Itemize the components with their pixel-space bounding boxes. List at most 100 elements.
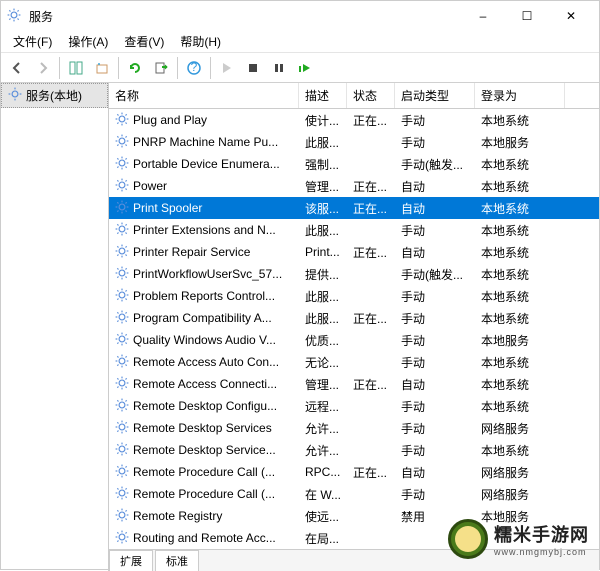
gear-icon — [115, 376, 129, 393]
gear-icon — [115, 442, 129, 459]
export-button[interactable] — [90, 56, 114, 80]
stop-service-button[interactable] — [241, 56, 265, 80]
restart-service-button[interactable] — [293, 56, 317, 80]
table-row[interactable]: Power管理...正在...自动本地系统 — [109, 175, 599, 197]
cell-logon: 本地系统 — [475, 288, 565, 305]
gear-icon — [115, 200, 129, 217]
cell-desc: 允许... — [299, 420, 347, 437]
table-row[interactable]: Printer Repair ServicePrint...正在...自动本地系… — [109, 241, 599, 263]
cell-desc: 使计... — [299, 112, 347, 129]
cell-logon: 本地服务 — [475, 332, 565, 349]
maximize-button[interactable]: ☐ — [505, 1, 549, 31]
table-row[interactable]: PNRP Machine Name Pu...此服...手动本地服务 — [109, 131, 599, 153]
cell-desc: 此服... — [299, 288, 347, 305]
pause-service-button[interactable] — [267, 56, 291, 80]
cell-logon: 本地系统 — [475, 222, 565, 239]
table-row[interactable]: Program Compatibility A...此服...正在...手动本地… — [109, 307, 599, 329]
cell-desc: 强制... — [299, 156, 347, 173]
back-button[interactable] — [5, 56, 29, 80]
show-hide-tree-button[interactable] — [64, 56, 88, 80]
cell-name: PrintWorkflowUserSvc_57... — [109, 266, 299, 283]
gear-icon — [115, 222, 129, 239]
gear-icon — [115, 398, 129, 415]
menu-help[interactable]: 帮助(H) — [172, 31, 229, 52]
window-title: 服务 — [29, 8, 461, 25]
gear-icon — [115, 332, 129, 349]
table-row[interactable]: Printer Extensions and N...此服...手动本地系统 — [109, 219, 599, 241]
table-row[interactable]: Remote Desktop Service...允许...手动本地系统 — [109, 439, 599, 461]
menu-file[interactable]: 文件(F) — [5, 31, 60, 52]
tree-item-services-local[interactable]: 服务(本地) — [1, 83, 108, 108]
export-list-button[interactable] — [149, 56, 173, 80]
cell-start: 手动 — [395, 420, 475, 437]
cell-name: Printer Extensions and N... — [109, 222, 299, 239]
cell-start: 自动 — [395, 376, 475, 393]
cell-desc: 使远... — [299, 508, 347, 525]
table-row[interactable]: Remote Procedure Call (...RPC...正在...自动网… — [109, 461, 599, 483]
cell-desc: 该服... — [299, 200, 347, 217]
cell-logon: 本地系统 — [475, 354, 565, 371]
toolbar-separator — [59, 57, 60, 79]
grid-body[interactable]: Plug and Play使计...正在...手动本地系统PNRP Machin… — [109, 109, 599, 549]
cell-logon: 网络服务 — [475, 464, 565, 481]
start-service-button[interactable] — [215, 56, 239, 80]
refresh-button[interactable] — [123, 56, 147, 80]
cell-logon: 本地系统 — [475, 376, 565, 393]
cell-name: Remote Procedure Call (... — [109, 486, 299, 503]
table-row[interactable]: Plug and Play使计...正在...手动本地系统 — [109, 109, 599, 131]
forward-button[interactable] — [31, 56, 55, 80]
cell-logon: 本地服务 — [475, 134, 565, 151]
table-row[interactable]: Print Spooler该服...正在...自动本地系统 — [109, 197, 599, 219]
table-row[interactable]: PrintWorkflowUserSvc_57...提供...手动(触发...本… — [109, 263, 599, 285]
cell-logon: 网络服务 — [475, 486, 565, 503]
cell-start: 手动 — [395, 354, 475, 371]
gear-icon — [115, 134, 129, 151]
tab-standard[interactable]: 标准 — [155, 550, 199, 571]
cell-start: 自动 — [395, 464, 475, 481]
table-row[interactable]: Remote Desktop Services允许...手动网络服务 — [109, 417, 599, 439]
gear-icon — [115, 486, 129, 503]
table-row[interactable]: Quality Windows Audio V...优质...手动本地服务 — [109, 329, 599, 351]
cell-desc: 此服... — [299, 134, 347, 151]
menu-action[interactable]: 操作(A) — [60, 31, 116, 52]
table-row[interactable]: Remote Registry使远...禁用本地服务 — [109, 505, 599, 527]
help-button[interactable]: ? — [182, 56, 206, 80]
cell-logon: 本地系统 — [475, 398, 565, 415]
menubar: 文件(F) 操作(A) 查看(V) 帮助(H) — [1, 31, 599, 53]
table-row[interactable]: Remote Procedure Call (...在 W...手动网络服务 — [109, 483, 599, 505]
table-row[interactable]: Remote Access Connecti...管理...正在...自动本地系… — [109, 373, 599, 395]
minimize-button[interactable]: – — [461, 1, 505, 31]
tree-item-label: 服务(本地) — [26, 87, 82, 104]
header-logon[interactable]: 登录为 — [475, 83, 565, 108]
cell-start: 手动 — [395, 442, 475, 459]
table-row[interactable]: Problem Reports Control...此服...手动本地系统 — [109, 285, 599, 307]
cell-logon: 本地系统 — [475, 442, 565, 459]
cell-desc: 远程... — [299, 398, 347, 415]
cell-state: 正在... — [347, 200, 395, 217]
cell-name: Problem Reports Control... — [109, 288, 299, 305]
table-row[interactable]: Remote Desktop Configu...远程...手动本地系统 — [109, 395, 599, 417]
cell-state: 正在... — [347, 112, 395, 129]
table-row[interactable]: Remote Access Auto Con...无论...手动本地系统 — [109, 351, 599, 373]
gear-icon — [115, 464, 129, 481]
table-row[interactable]: Portable Device Enumera...强制...手动(触发...本… — [109, 153, 599, 175]
table-row[interactable]: Routing and Remote Acc...在局... — [109, 527, 599, 549]
cell-state: 正在... — [347, 244, 395, 261]
close-button[interactable]: ✕ — [549, 1, 593, 31]
tab-extended[interactable]: 扩展 — [109, 550, 153, 571]
cell-start: 手动 — [395, 112, 475, 129]
menu-view[interactable]: 查看(V) — [116, 31, 172, 52]
services-list: 名称 描述 状态 启动类型 登录为 Plug and Play使计...正在..… — [109, 83, 599, 571]
cell-start: 禁用 — [395, 508, 475, 525]
cell-name: Remote Desktop Configu... — [109, 398, 299, 415]
header-state[interactable]: 状态 — [347, 83, 395, 108]
header-name[interactable]: 名称 — [109, 83, 299, 108]
gear-icon — [115, 112, 129, 129]
cell-name: Power — [109, 178, 299, 195]
header-start[interactable]: 启动类型 — [395, 83, 475, 108]
cell-desc: 提供... — [299, 266, 347, 283]
cell-desc: RPC... — [299, 465, 347, 479]
bottom-tabs: 扩展 标准 — [109, 549, 599, 571]
cell-state: 正在... — [347, 464, 395, 481]
header-desc[interactable]: 描述 — [299, 83, 347, 108]
